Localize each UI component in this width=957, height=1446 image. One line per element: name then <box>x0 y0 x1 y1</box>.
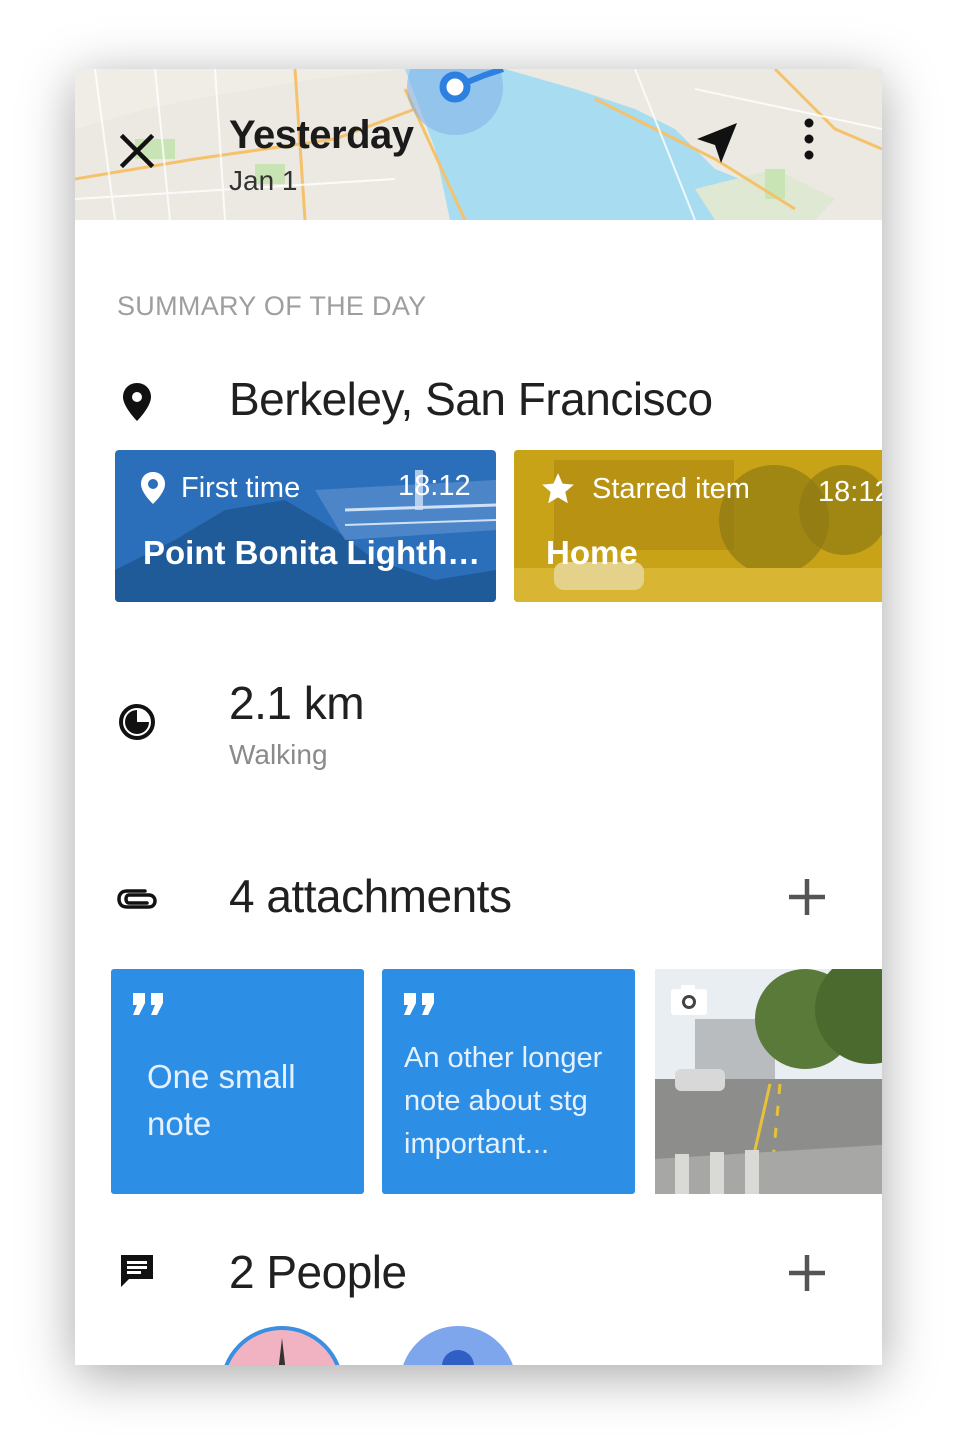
page: { "header": { "title": "Yesterday", "sub… <box>0 0 957 1446</box>
place-card-starred[interactable]: Starred item 18:12 Home <box>514 450 882 602</box>
page-subtitle: Jan 1 <box>229 165 298 196</box>
avatar[interactable] <box>400 1326 516 1365</box>
note-card[interactable]: An other longer note about stg important… <box>382 969 635 1194</box>
note-line: An other longer <box>404 1042 603 1074</box>
note-line: important... <box>404 1128 550 1160</box>
close-icon[interactable] <box>115 129 159 173</box>
place-card-first-time[interactable]: First time 18:12 Point Bonita Lighth… <box>115 450 496 602</box>
quote-icon <box>404 993 434 1015</box>
people-label: 2 People <box>229 1246 407 1298</box>
avatar[interactable] <box>220 1326 344 1365</box>
avatar-image <box>278 1338 286 1365</box>
add-attachment-icon[interactable] <box>785 875 829 919</box>
place-tag-label: First time <box>181 471 301 504</box>
activity-label: Walking <box>229 739 328 770</box>
photo-attachment[interactable] <box>655 969 882 1194</box>
location-pin-icon <box>123 383 151 421</box>
attachments-label: 4 attachments <box>229 870 512 922</box>
map-header[interactable]: Yesterday Jan 1 <box>75 69 882 220</box>
note-text: One small note <box>147 1053 296 1147</box>
chat-icon <box>121 1255 153 1287</box>
place-name: Home <box>546 534 638 571</box>
section-label: SUMMARY OF THE DAY <box>117 291 427 321</box>
page-title: Yesterday <box>229 113 414 157</box>
app-window: Yesterday Jan 1 SUMMARY OF THE DAY Berke… <box>75 69 882 1365</box>
place-tag-label: Starred item <box>592 472 750 505</box>
quote-icon <box>133 993 163 1015</box>
distance-text: 2.1 km <box>229 677 365 729</box>
note-line: note <box>147 1105 212 1142</box>
place-time: 18:12 <box>818 476 882 508</box>
person-icon <box>442 1350 474 1365</box>
camera-icon <box>671 985 707 1015</box>
star-icon <box>542 473 574 504</box>
activity-pie-icon <box>119 704 155 740</box>
place-time: 18:12 <box>398 470 471 502</box>
note-text: An other longer note about stg important… <box>404 1037 602 1166</box>
more-vert-icon[interactable] <box>797 117 821 161</box>
note-line: note about stg <box>404 1085 588 1117</box>
place-tag: First time <box>139 470 300 506</box>
location-pin-icon <box>141 472 165 504</box>
add-person-icon[interactable] <box>785 1251 829 1295</box>
place-name: Point Bonita Lighth… <box>143 534 481 571</box>
place-tag: Starred item <box>538 470 750 508</box>
paperclip-icon <box>117 889 157 909</box>
note-line: One small <box>147 1058 296 1095</box>
locations-text: Berkeley, San Francisco <box>229 373 713 425</box>
note-card[interactable]: One small note <box>111 969 364 1194</box>
navigation-arrow-icon[interactable] <box>693 119 741 167</box>
